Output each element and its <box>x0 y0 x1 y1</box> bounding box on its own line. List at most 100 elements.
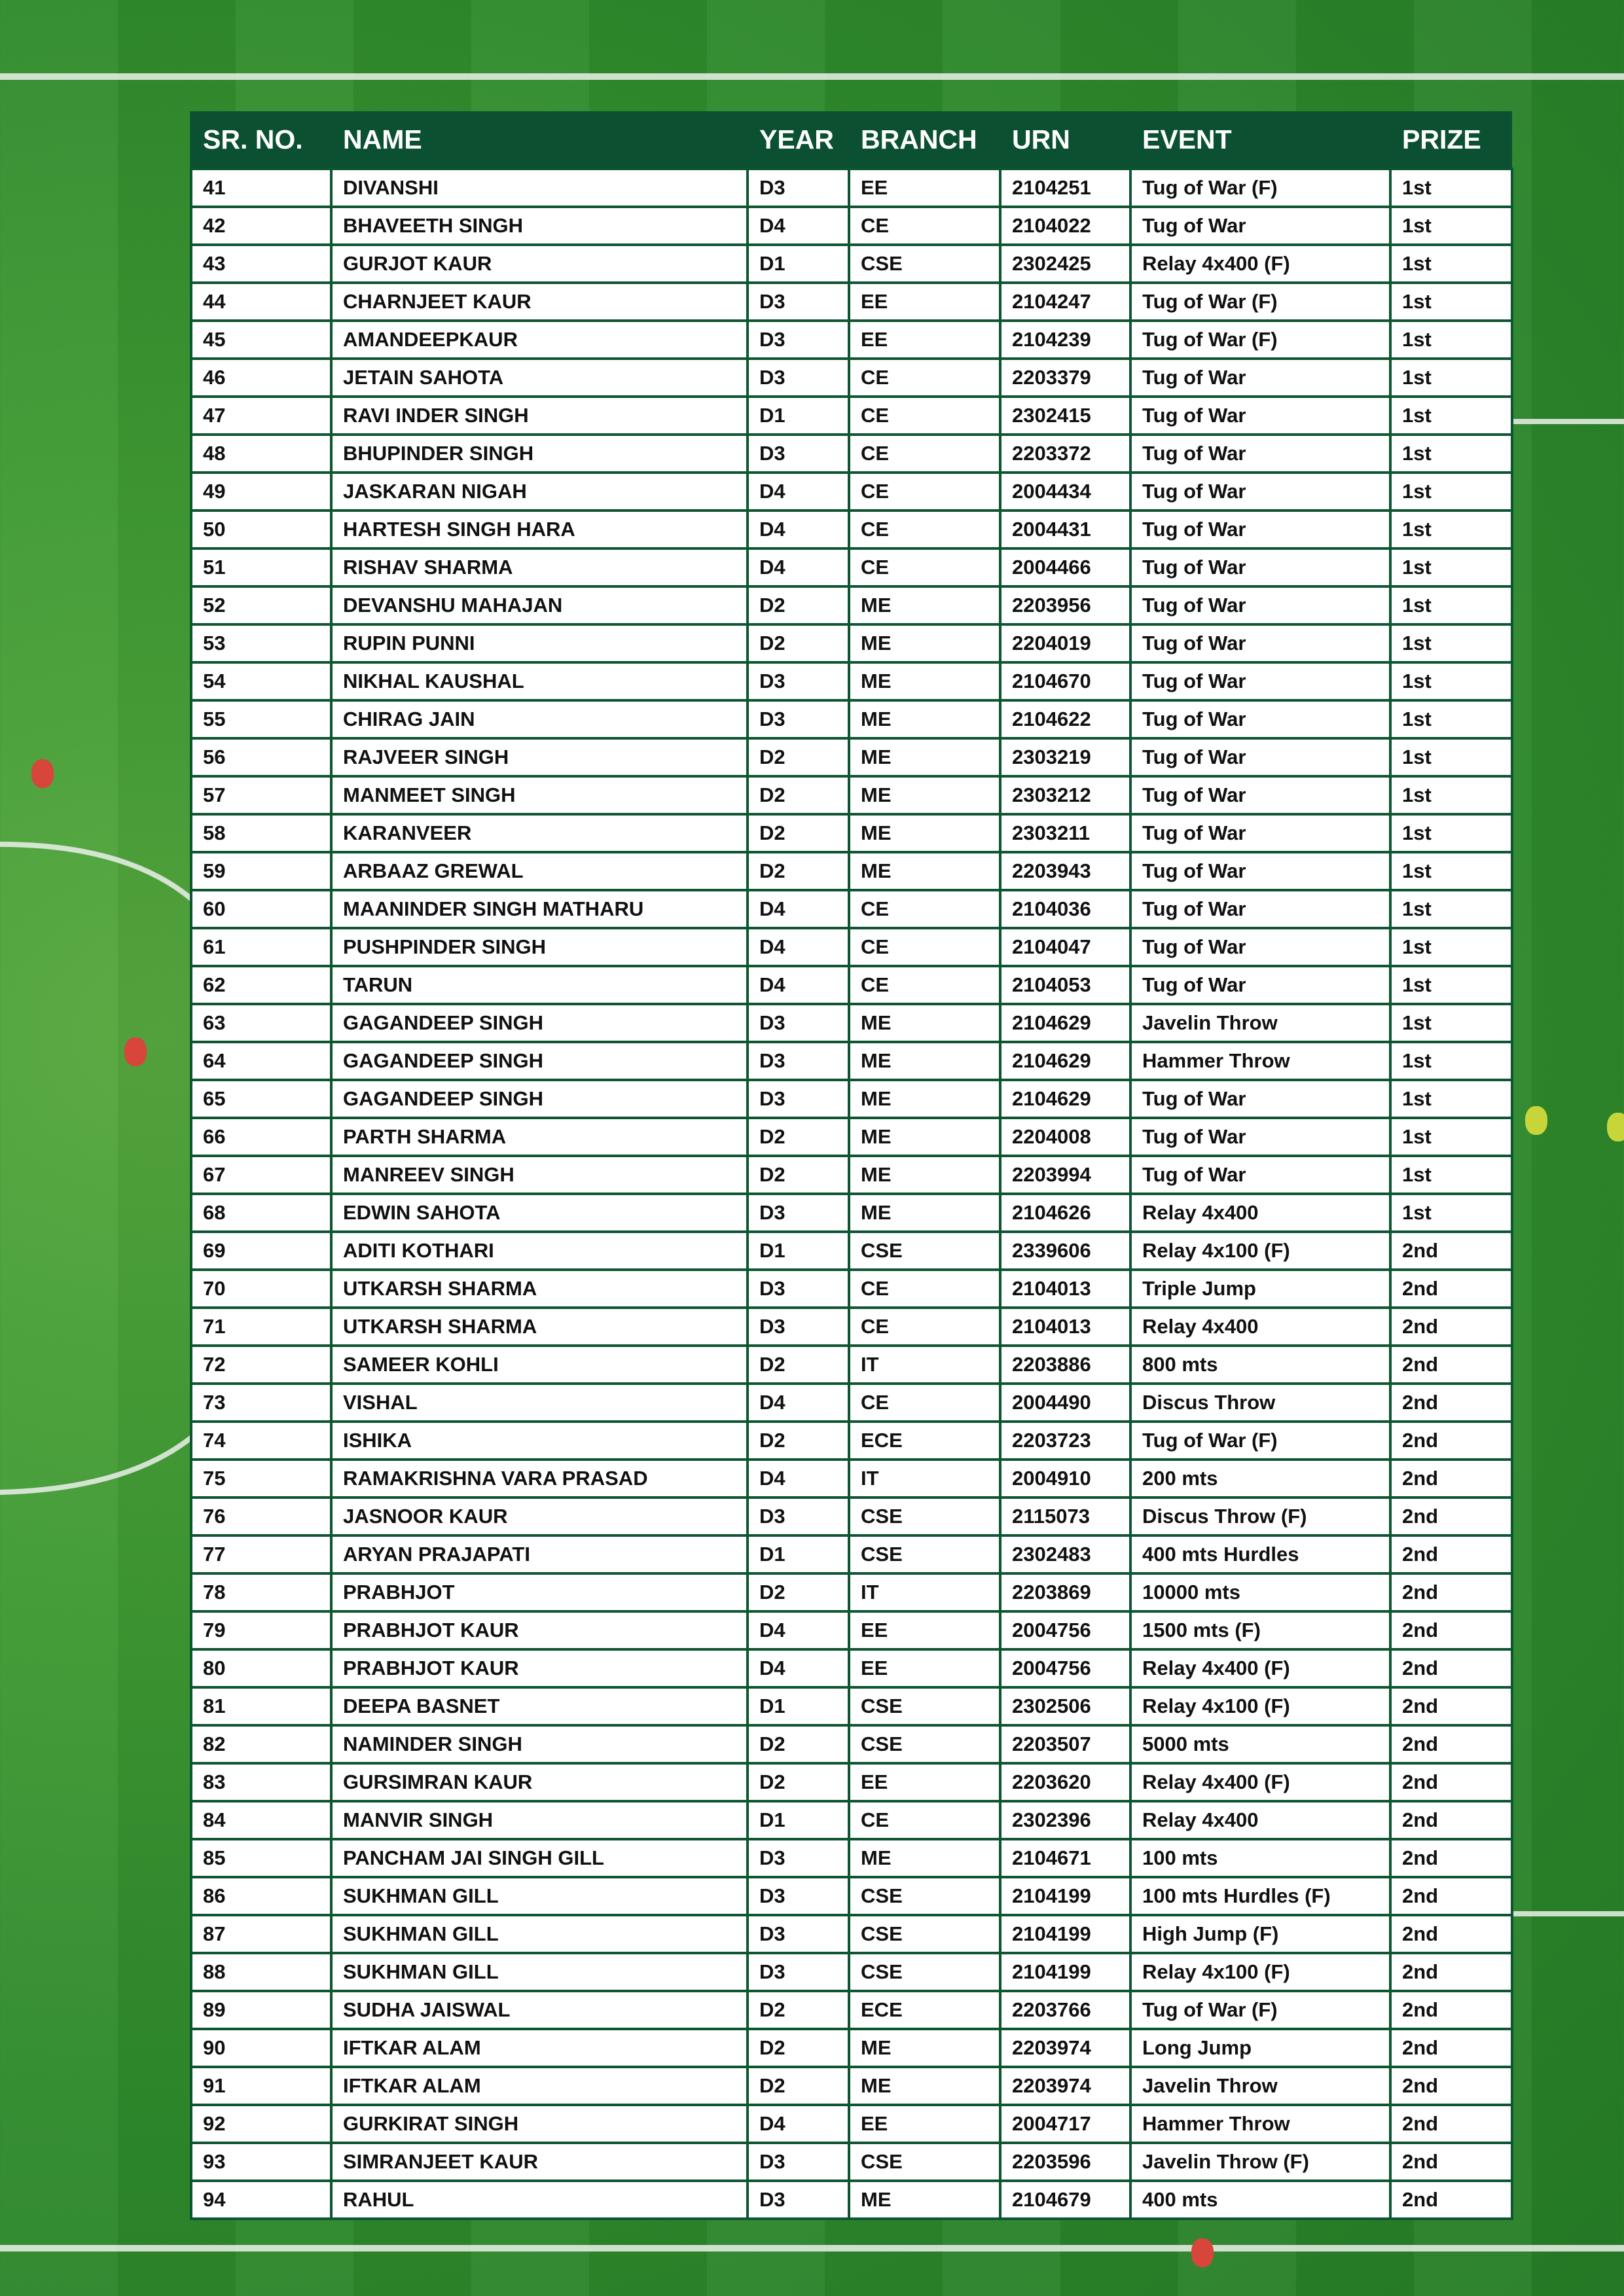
sr-no-cell: 85 <box>190 1838 333 1878</box>
name-cell: MANVIR SINGH <box>330 1800 749 1840</box>
urn-cell: 2203974 <box>999 2028 1132 2068</box>
event-cell: Relay 4x400 (F) <box>1129 1648 1392 1689</box>
urn-cell: 2104199 <box>999 1914 1132 1954</box>
urn-cell: 2104199 <box>999 1876 1132 1916</box>
event-cell: Tug of War (F) <box>1129 319 1392 360</box>
branch-cell: IT <box>848 1572 1001 1613</box>
player-red-2 <box>124 1037 147 1066</box>
urn-cell: 2004431 <box>999 509 1132 550</box>
sr-no-cell: 91 <box>190 2066 333 2106</box>
table-row: 84 MANVIR SINGH D1 CE 2302396 Relay 4x400 2nd <box>190 1800 1513 1840</box>
name-cell: MANREEV SINGH <box>330 1155 749 1195</box>
field-bottom-line <box>0 2245 1624 2251</box>
sr-no-cell: 43 <box>190 243 333 284</box>
sr-no-cell: 75 <box>190 1458 333 1499</box>
sr-no-cell: 55 <box>190 699 333 740</box>
branch-cell: CSE <box>848 1724 1001 1765</box>
table-row: 63 GAGANDEEP SINGH D3 ME 2104629 Javelin Thro… <box>190 1003 1513 1043</box>
event-cell: Tug of War <box>1129 623 1392 664</box>
table-row: 49 JASKARAN NIGAH D4 CE 2004434 Tug of War 1st <box>190 471 1513 512</box>
year-cell: D3 <box>746 1306 850 1347</box>
table-row: 68 EDWIN SAHOTA D3 ME 2104626 Relay 4x400 1st <box>190 1193 1513 1233</box>
table-row: 54 NIKHAL KAUSHAL D3 ME 2104670 Tug of War 1st <box>190 661 1513 702</box>
table-row: 56 RAJVEER SINGH D2 ME 2303219 Tug of War 1st <box>190 737 1513 778</box>
year-cell: D3 <box>746 1079 850 1119</box>
table-row: 81 DEEPA BASNET D1 CSE 2302506 Relay 4x100 (F… <box>190 1686 1513 1727</box>
name-cell: SUKHMAN GILL <box>330 1952 749 1992</box>
table-row: 93 SIMRANJEET KAUR D3 CSE 2203596 Javelin Thr… <box>190 2142 1513 2182</box>
year-cell: D3 <box>746 2142 850 2182</box>
sr-no-cell: 81 <box>190 1686 333 1727</box>
table-row: 58 KARANVEER D2 ME 2303211 Tug of War 1st <box>190 813 1513 853</box>
table-row: 66 PARTH SHARMA D2 ME 2204008 Tug of War 1st <box>190 1117 1513 1157</box>
event-cell: Relay 4x100 (F) <box>1129 1686 1392 1727</box>
table-row: 86 SUKHMAN GILL D3 CSE 2104199 100 mts Hurdle… <box>190 1876 1513 1916</box>
prize-cell: 1st <box>1389 509 1513 550</box>
year-cell: D3 <box>746 2179 850 2220</box>
prize-cell: 1st <box>1389 319 1513 360</box>
header-branch: BRANCH <box>849 111 1000 169</box>
event-cell: Javelin Throw <box>1129 2066 1392 2106</box>
name-cell: CHIRAG JAIN <box>330 699 749 740</box>
prize-cell: 2nd <box>1389 1458 1513 1499</box>
name-cell: HARTESH SINGH HARA <box>330 509 749 550</box>
branch-cell: IT <box>848 1458 1001 1499</box>
name-cell: IFTKAR ALAM <box>330 2028 749 2068</box>
urn-cell: 2104047 <box>999 927 1132 967</box>
year-cell: D2 <box>746 585 850 626</box>
branch-cell: EE <box>848 1610 1001 1651</box>
prize-cell: 2nd <box>1389 2142 1513 2182</box>
year-cell: D2 <box>746 775 850 816</box>
name-cell: PUSHPINDER SINGH <box>330 927 749 967</box>
prize-cell: 1st <box>1389 1155 1513 1195</box>
prize-cell: 2nd <box>1389 1952 1513 1992</box>
branch-cell: CE <box>848 889 1001 929</box>
table-row: 64 GAGANDEEP SINGH D3 ME 2104629 Hammer Throw… <box>190 1041 1513 1081</box>
prize-cell: 1st <box>1389 585 1513 626</box>
event-cell: Tug of War <box>1129 206 1392 246</box>
player-yellow-2 <box>1607 1113 1624 1141</box>
sr-no-cell: 57 <box>190 775 333 816</box>
prize-cell: 1st <box>1389 1193 1513 1233</box>
prize-cell: 2nd <box>1389 1724 1513 1765</box>
year-cell: D2 <box>746 1724 850 1765</box>
prize-cell: 2nd <box>1389 2028 1513 2068</box>
sr-no-cell: 89 <box>190 1990 333 2030</box>
year-cell: D2 <box>746 1155 850 1195</box>
prize-cell: 2nd <box>1389 1496 1513 1537</box>
sr-no-cell: 52 <box>190 585 333 626</box>
name-cell: PRABHJOT KAUR <box>330 1610 749 1651</box>
name-cell: IFTKAR ALAM <box>330 2066 749 2106</box>
field-right-line-upper <box>1506 419 1624 424</box>
prize-cell: 2nd <box>1389 1382 1513 1423</box>
urn-cell: 2104629 <box>999 1041 1132 1081</box>
urn-cell: 2204008 <box>999 1117 1132 1157</box>
year-cell: D3 <box>746 433 850 474</box>
field-top-line <box>0 73 1624 80</box>
urn-cell: 2303211 <box>999 813 1132 853</box>
sr-no-cell: 87 <box>190 1914 333 1954</box>
urn-cell: 2302396 <box>999 1800 1132 1840</box>
name-cell: GAGANDEEP SINGH <box>330 1079 749 1119</box>
branch-cell: EE <box>848 1648 1001 1689</box>
urn-cell: 2339606 <box>999 1230 1132 1271</box>
year-cell: D2 <box>746 623 850 664</box>
name-cell: SUKHMAN GILL <box>330 1876 749 1916</box>
name-cell: EDWIN SAHOTA <box>330 1193 749 1233</box>
urn-cell: 2004490 <box>999 1382 1132 1423</box>
table-row: 79 PRABHJOT KAUR D4 EE 2004756 1500 mts (F) 2n… <box>190 1610 1513 1651</box>
event-cell: Relay 4x400 <box>1129 1306 1392 1347</box>
sr-no-cell: 76 <box>190 1496 333 1537</box>
event-cell: Tug of War <box>1129 889 1392 929</box>
event-cell: 5000 mts <box>1129 1724 1392 1765</box>
sr-no-cell: 41 <box>190 168 333 208</box>
year-cell: D4 <box>746 965 850 1005</box>
year-cell: D2 <box>746 851 850 891</box>
urn-cell: 2004434 <box>999 471 1132 512</box>
name-cell: ISHIKA <box>330 1420 749 1461</box>
event-cell: Tug of War (F) <box>1129 1420 1392 1461</box>
branch-cell: EE <box>848 281 1001 322</box>
table-row: 73 VISHAL D4 CE 2004490 Discus Throw 2nd <box>190 1382 1513 1423</box>
branch-cell: CE <box>848 509 1001 550</box>
branch-cell: CE <box>848 1800 1001 1840</box>
